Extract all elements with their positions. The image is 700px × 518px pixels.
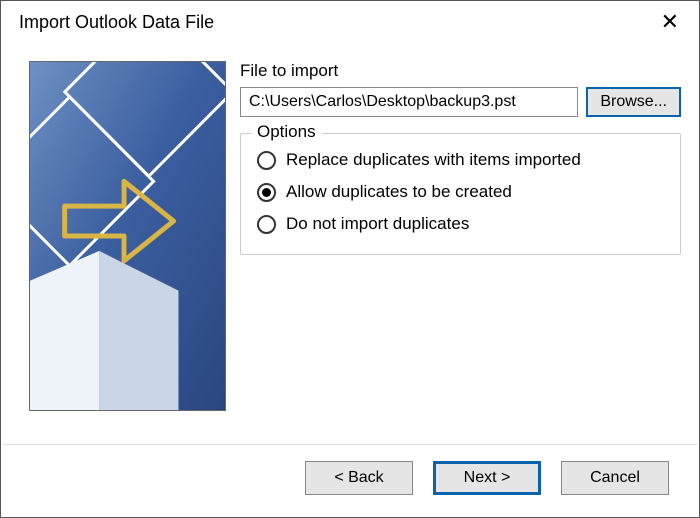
radio-label: Allow duplicates to be created (286, 182, 512, 202)
file-path-input[interactable] (240, 87, 578, 117)
next-button[interactable]: Next > (433, 461, 541, 495)
radio-replace-duplicates[interactable]: Replace duplicates with items imported (255, 144, 666, 176)
browse-button[interactable]: Browse... (586, 87, 681, 117)
import-outlook-dialog: Import Outlook Data File ✕ (0, 0, 700, 518)
wizard-graphic (29, 61, 226, 411)
button-row: < Back Next > Cancel (1, 445, 699, 517)
cancel-button[interactable]: Cancel (561, 461, 669, 495)
radio-label: Do not import duplicates (286, 214, 469, 234)
radio-icon (257, 215, 276, 234)
options-group: Options Replace duplicates with items im… (240, 133, 681, 255)
back-button[interactable]: < Back (305, 461, 413, 495)
dialog-title: Import Outlook Data File (19, 12, 214, 33)
radio-icon (257, 183, 276, 202)
file-row: Browse... (240, 87, 681, 117)
close-icon[interactable]: ✕ (653, 9, 687, 35)
radio-label: Replace duplicates with items imported (286, 150, 581, 170)
radio-allow-duplicates[interactable]: Allow duplicates to be created (255, 176, 666, 208)
options-legend: Options (251, 122, 322, 142)
form-area: File to import Browse... Options Replace… (240, 53, 681, 436)
file-to-import-label: File to import (240, 61, 681, 81)
dialog-content: File to import Browse... Options Replace… (1, 43, 699, 444)
radio-no-duplicates[interactable]: Do not import duplicates (255, 208, 666, 240)
radio-icon (257, 151, 276, 170)
titlebar: Import Outlook Data File ✕ (1, 1, 699, 43)
